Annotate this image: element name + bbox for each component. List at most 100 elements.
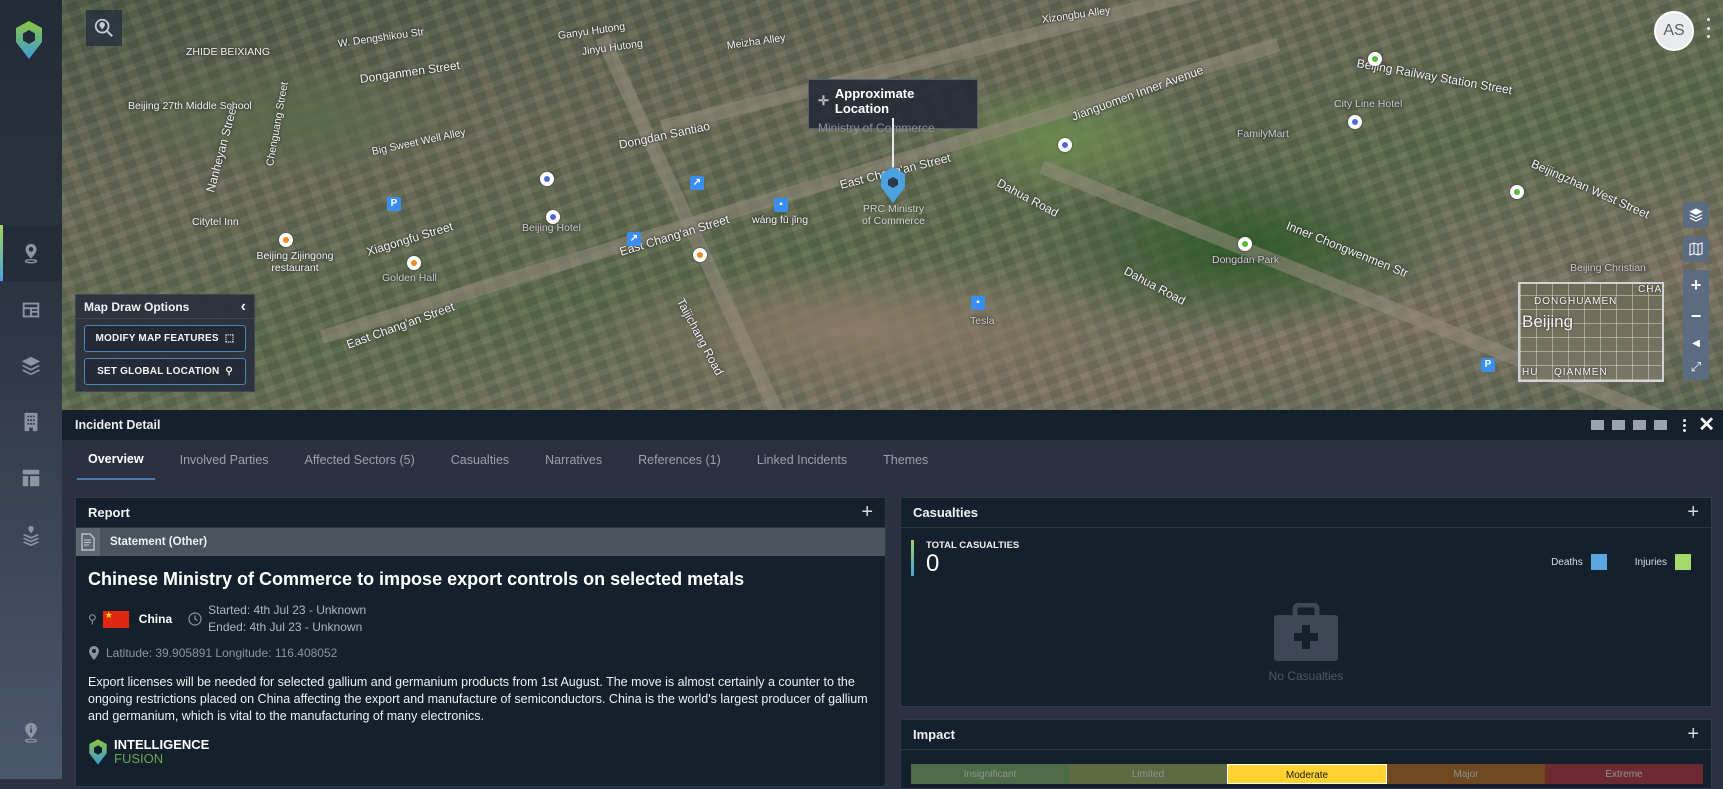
overview-minimap[interactable]: DONGHUAMEN Beijing QIANMEN HU CHA: [1518, 282, 1664, 382]
restaurant-poi-icon[interactable]: [407, 256, 421, 270]
panel-menu-kebab-icon[interactable]: [1683, 418, 1687, 432]
map-label: W. Dengshikou Str: [337, 25, 425, 50]
report-ended-date: Ended: 4th Jul 23 - Unknown: [208, 620, 363, 634]
add-impact-icon[interactable]: +: [1687, 723, 1699, 746]
map-label: Citytel Inn: [192, 216, 239, 228]
legend-injuries-label: Injuries: [1634, 556, 1667, 568]
user-avatar[interactable]: AS: [1654, 11, 1694, 51]
impact-level-insignificant[interactable]: Insignificant: [911, 764, 1069, 784]
tooltip-title: Approximate Location: [834, 86, 915, 116]
location-search-icon: [94, 18, 113, 37]
building-icon: [24, 412, 38, 432]
sidebar-item-layers[interactable]: [0, 338, 62, 394]
shopping-poi-icon[interactable]: [540, 172, 554, 186]
park-poi-icon[interactable]: [1510, 185, 1524, 199]
vertical-split-icon[interactable]: [1633, 420, 1647, 430]
restaurant-poi-icon[interactable]: [279, 233, 293, 247]
map-label: Donganmen Street: [359, 58, 461, 86]
sidebar-item-location-layers[interactable]: [0, 508, 62, 564]
shopping-poi-icon[interactable]: [1348, 115, 1362, 129]
map-view[interactable]: East Chang'an Street East Chang'an Stree…: [62, 0, 1723, 410]
sidebar-item-map-location[interactable]: [0, 225, 62, 281]
china-flag-icon: [102, 610, 129, 628]
set-global-location-button[interactable]: SET GLOBAL LOCATION ⚲: [84, 358, 246, 385]
close-panel-icon[interactable]: ✕: [1698, 415, 1715, 435]
tab-references[interactable]: References (1): [627, 440, 732, 480]
tab-casualties[interactable]: Casualties: [440, 440, 520, 480]
sidebar-item-buildings[interactable]: [0, 394, 62, 450]
cafe-poi-icon[interactable]: [693, 248, 707, 262]
tab-themes[interactable]: Themes: [872, 440, 939, 480]
intelligence-fusion-logo-icon: [89, 739, 107, 765]
collapse-chevron-icon[interactable]: ‹: [241, 298, 246, 316]
polygon-icon: ⬚: [224, 333, 235, 344]
report-title: Chinese Ministry of Commerce to impose e…: [88, 569, 745, 589]
compass-icon[interactable]: ◀: [1692, 338, 1700, 349]
minimize-panel-icon[interactable]: [1591, 420, 1605, 430]
map-label: Nanheyan Street: [203, 103, 241, 194]
zoom-out-button[interactable]: −: [1691, 306, 1702, 327]
map-icon: [1689, 242, 1703, 256]
report-panel-title: Report: [88, 505, 130, 520]
sidebar-item-dashboard[interactable]: [0, 282, 62, 338]
location-pin-icon: ⚲: [88, 612, 97, 626]
location-pin-icon: [24, 243, 38, 264]
impact-level-limited[interactable]: Limited: [1069, 764, 1227, 784]
layers-toggle-button[interactable]: [1683, 202, 1709, 228]
sidebar: [0, 0, 62, 779]
layers-icon: [1689, 208, 1703, 222]
hotel-poi-icon[interactable]: [546, 210, 560, 224]
brand-line-2: FUSION: [114, 751, 164, 766]
zoom-in-button[interactable]: +: [1691, 275, 1702, 296]
report-started-date: Started: 4th Jul 23 - Unknown: [208, 603, 367, 617]
report-type: Statement (Other): [110, 536, 208, 548]
total-casualties-label: TOTAL CASUALTIES: [926, 540, 1020, 551]
intelligence-fusion-brand: INTELLIGENCE FUSION: [88, 737, 873, 767]
marker-label: PRC Ministry of Commerce: [862, 203, 926, 227]
tab-affected-sectors[interactable]: Affected Sectors (5): [294, 440, 426, 480]
shopping-poi-icon[interactable]: [1058, 138, 1072, 152]
table-layout-icon: [22, 469, 40, 487]
map-label: Chenguang Street: [264, 81, 291, 168]
map-draw-options-title: Map Draw Options: [84, 299, 190, 314]
map-road: [319, 37, 1281, 344]
map-label: Beijing Christian: [1570, 262, 1646, 274]
expand-panel-icon[interactable]: [1654, 420, 1668, 430]
map-label: ZHIDE BEIXIANG: [186, 46, 271, 58]
set-global-location-label: SET GLOBAL LOCATION: [97, 366, 220, 377]
parking-icon: P: [387, 197, 401, 211]
map-label: Taijichang Road: [673, 295, 727, 378]
map-label: wáng fǔ jǐng: [752, 214, 809, 226]
total-casualties: TOTAL CASUALTIES 0: [911, 540, 1020, 577]
map-search-button[interactable]: [86, 10, 122, 46]
tooltip-connector: [892, 118, 894, 168]
impact-level-extreme[interactable]: Extreme: [1545, 764, 1703, 784]
add-report-icon[interactable]: +: [861, 501, 873, 524]
add-casualty-icon[interactable]: +: [1687, 501, 1699, 524]
tab-overview[interactable]: Overview: [77, 440, 155, 480]
park-poi-icon[interactable]: [1368, 52, 1382, 66]
modify-map-features-button[interactable]: MODIFY MAP FEATURES ⬚: [84, 325, 246, 352]
park-poi-icon[interactable]: [1238, 237, 1252, 251]
incident-location-marker-icon[interactable]: [878, 165, 908, 205]
basemap-toggle-button[interactable]: [1683, 236, 1709, 262]
sidebar-item-location-info[interactable]: [0, 704, 62, 760]
map-road: [660, 0, 1343, 134]
document-icon: [76, 528, 100, 556]
impact-level-major[interactable]: Major: [1387, 764, 1545, 784]
fullscreen-icon[interactable]: ⤢: [1691, 359, 1701, 375]
brand-line-1: INTELLIGENCE: [114, 737, 210, 752]
map-label: Dongdan Park: [1212, 254, 1280, 266]
horizontal-split-icon[interactable]: [1612, 420, 1626, 430]
legend-injuries-swatch: [1675, 554, 1691, 570]
impact-level-moderate[interactable]: Moderate: [1227, 764, 1387, 784]
tab-narratives[interactable]: Narratives: [534, 440, 613, 480]
user-menu-kebab-icon[interactable]: [1707, 18, 1711, 38]
map-label: Big Sweet Well Alley: [370, 126, 467, 158]
tab-involved-parties[interactable]: Involved Parties: [169, 440, 280, 480]
map-draw-options-panel: Map Draw Options ‹ MODIFY MAP FEATURES ⬚ S…: [75, 294, 255, 392]
app-logo-icon[interactable]: [14, 20, 44, 60]
sidebar-item-table[interactable]: [0, 450, 62, 506]
tab-linked-incidents[interactable]: Linked Incidents: [746, 440, 858, 480]
report-country: China: [138, 612, 173, 626]
